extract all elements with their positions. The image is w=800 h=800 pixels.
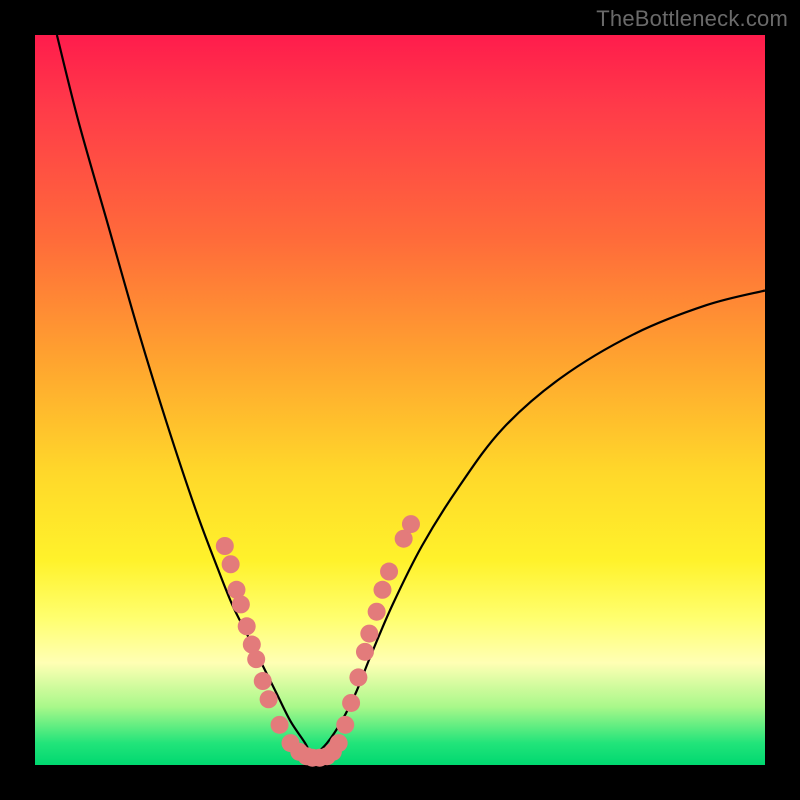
scatter-point (373, 581, 391, 599)
scatter-point (247, 650, 265, 668)
scatter-point (222, 555, 240, 573)
scatter-point (260, 690, 278, 708)
chart-frame: TheBottleneck.com (0, 0, 800, 800)
scatter-point (356, 643, 374, 661)
scatter-point (216, 537, 234, 555)
plot-area (35, 35, 765, 765)
scatter-point (380, 563, 398, 581)
left-curve (57, 35, 313, 758)
scatter-point (254, 672, 272, 690)
scatter-point (232, 595, 250, 613)
chart-lines (57, 35, 765, 758)
scatter-point (330, 734, 348, 752)
scatter-point (402, 515, 420, 533)
scatter-point (271, 716, 289, 734)
scatter-point (360, 625, 378, 643)
scatter-point (368, 603, 386, 621)
chart-svg (35, 35, 765, 765)
watermark-text: TheBottleneck.com (596, 6, 788, 32)
scatter-markers (216, 515, 420, 767)
right-curve (312, 291, 765, 758)
scatter-point (342, 694, 360, 712)
scatter-point (349, 668, 367, 686)
scatter-point (336, 716, 354, 734)
scatter-point (238, 617, 256, 635)
